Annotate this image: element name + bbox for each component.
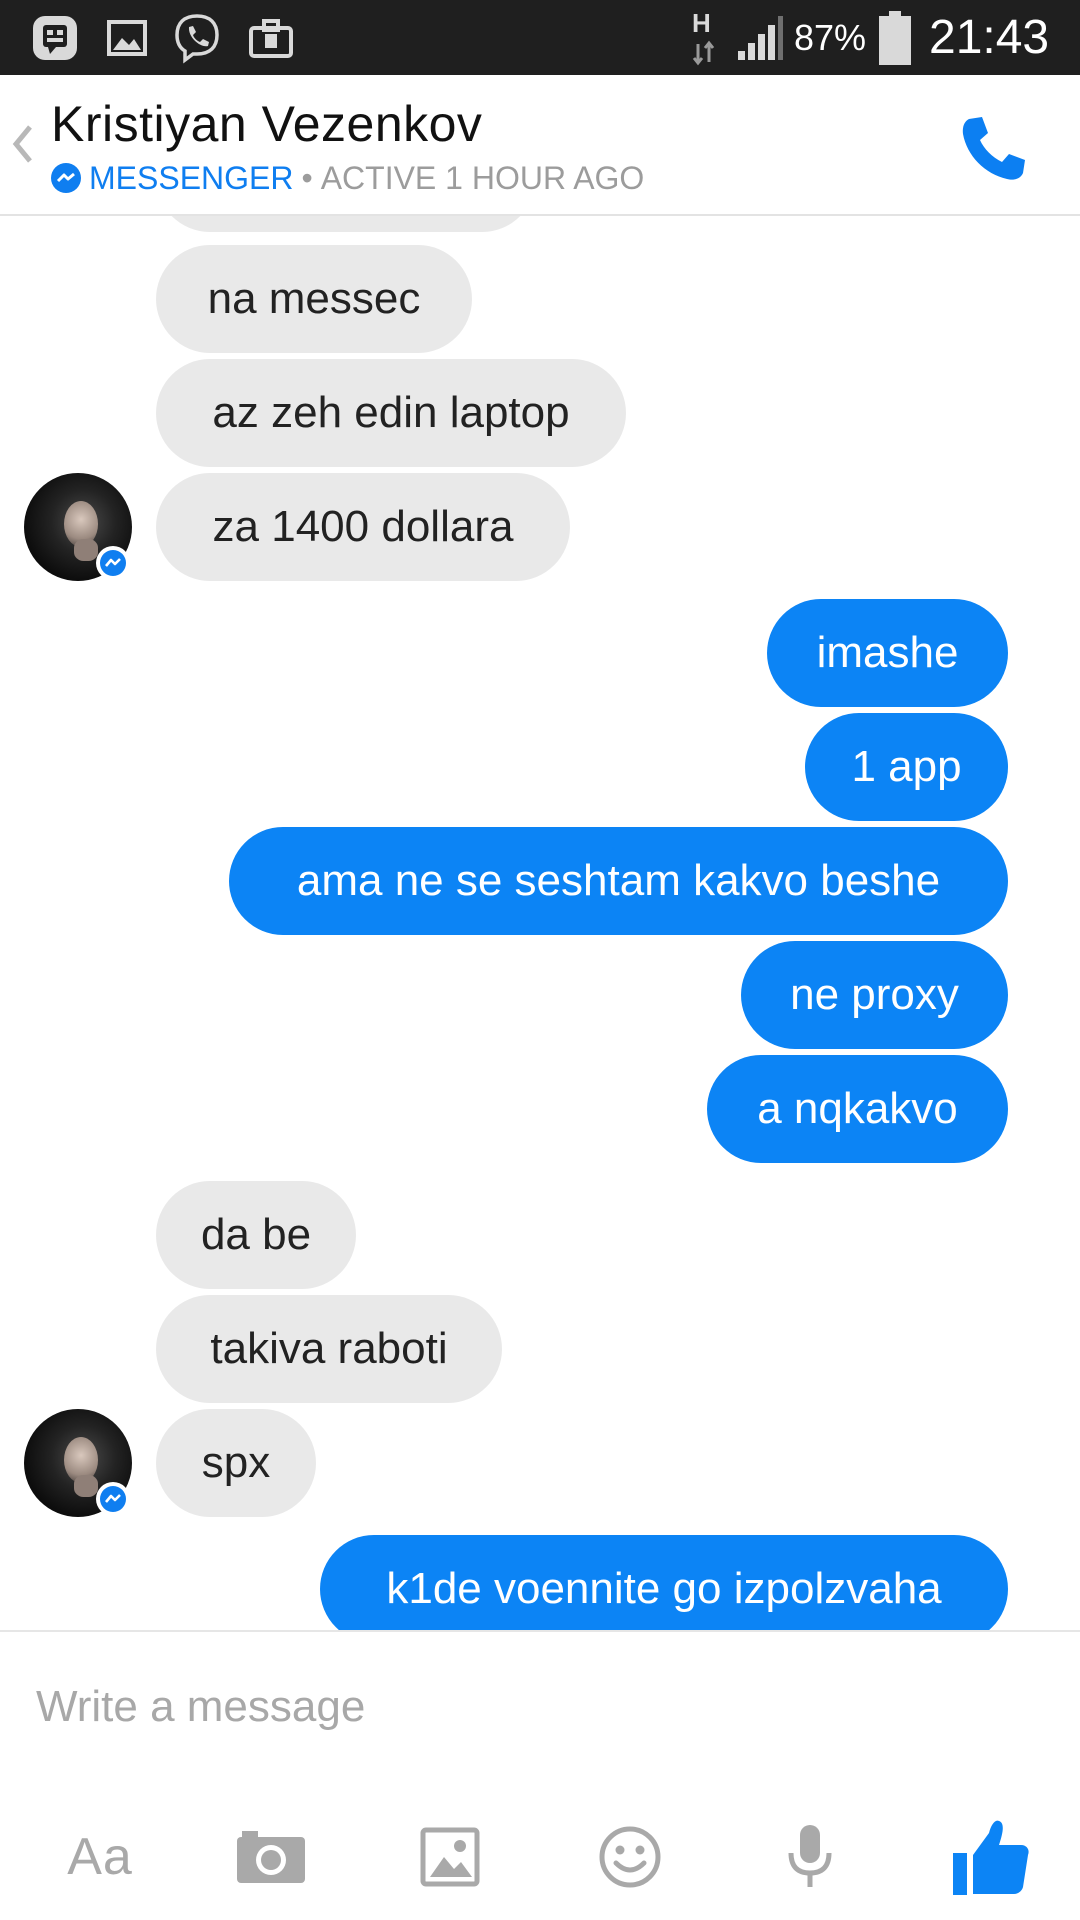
message-text: spx	[201, 1438, 271, 1487]
separator-dot: •	[301, 159, 313, 196]
message-text: za 1400 dollara	[212, 502, 514, 551]
message-bubble-outgoing[interactable]: ama ne se seshtam kakvo beshe	[229, 827, 1008, 935]
message-bubble-incoming[interactable]: spx	[156, 1409, 316, 1517]
battery-percent: 87%	[794, 17, 867, 58]
status-bar: H 87% 21:43	[0, 0, 1080, 75]
thumbs-up-icon	[953, 1820, 1029, 1895]
emoji-icon	[599, 1826, 661, 1888]
voice-button[interactable]	[784, 1807, 836, 1907]
emoji-button[interactable]	[590, 1807, 670, 1907]
chevron-left-icon	[12, 125, 32, 163]
message-text: da be	[200, 1210, 312, 1259]
bbm-icon	[26, 0, 84, 75]
clock: 21:43	[929, 11, 1050, 64]
battery-icon	[877, 0, 913, 75]
message-bubble-outgoing[interactable]: a nqkakvo	[707, 1055, 1008, 1163]
platform-label: MESSENGER	[89, 159, 294, 196]
message-text: 1 app	[851, 742, 962, 791]
message-bubble-incoming[interactable]: da be	[156, 1181, 356, 1289]
message-text: k1de voennite go izpolzvaha	[386, 1564, 942, 1613]
viber-icon	[168, 0, 226, 75]
camera-icon	[237, 1831, 305, 1883]
microphone-icon	[788, 1825, 832, 1887]
message-composer: Aa	[0, 1630, 1080, 1920]
message-bubble-incoming[interactable]	[156, 216, 536, 232]
avatar-photo-detail	[74, 539, 98, 561]
gallery-button[interactable]	[408, 1807, 492, 1907]
like-button[interactable]	[950, 1807, 1032, 1907]
briefcase-icon	[246, 0, 296, 75]
message-bubble-incoming[interactable]: na messec	[156, 245, 472, 353]
message-text: takiva raboti	[210, 1324, 448, 1373]
message-input[interactable]	[36, 1672, 1036, 1742]
message-text: ne proxy	[790, 970, 959, 1019]
message-bubble-incoming[interactable]: az zeh edin laptop	[156, 359, 626, 467]
avatar-photo-detail	[74, 1475, 98, 1497]
message-bubble-outgoing[interactable]: imashe	[767, 599, 1008, 707]
message-bubble-outgoing[interactable]: ne proxy	[741, 941, 1008, 1049]
message-list[interactable]: na messec az zeh edin laptop za 1400 dol…	[0, 216, 1080, 1630]
back-button[interactable]	[10, 119, 36, 169]
message-text: a nqkakvo	[757, 1084, 958, 1133]
camera-button[interactable]	[224, 1807, 318, 1907]
text-format-label: Aa	[67, 1828, 133, 1886]
message-bubble-incoming[interactable]: takiva raboti	[156, 1295, 502, 1403]
messenger-badge-icon	[96, 1482, 130, 1516]
message-text: imashe	[816, 628, 959, 677]
call-button[interactable]	[955, 111, 1031, 187]
message-text: na messec	[207, 274, 421, 323]
phone-icon	[962, 117, 1025, 180]
message-bubble-outgoing[interactable]: k1de voennite go izpolzvaha	[320, 1535, 1008, 1630]
message-bubble-outgoing[interactable]: 1 app	[805, 713, 1008, 821]
messenger-icon	[51, 163, 81, 193]
network-type-indicator: H	[689, 8, 719, 68]
message-text: az zeh edin laptop	[212, 388, 570, 437]
image-icon	[420, 1827, 480, 1887]
contact-subtitle: MESSENGER • ACTIVE 1 HOUR AGO	[51, 158, 644, 198]
message-bubble-incoming[interactable]: za 1400 dollara	[156, 473, 570, 581]
message-text: ama ne se seshtam kakvo beshe	[296, 856, 941, 905]
contact-name[interactable]: Kristiyan Vezenkov	[51, 95, 482, 153]
signal-strength-icon	[735, 0, 785, 75]
gallery-icon	[104, 0, 150, 75]
conversation-header: Kristiyan Vezenkov MESSENGER • ACTIVE 1 …	[0, 75, 1080, 216]
messenger-badge-icon	[96, 546, 130, 580]
active-status: ACTIVE 1 HOUR AGO	[320, 159, 645, 196]
text-format-button[interactable]: Aa	[45, 1807, 155, 1907]
